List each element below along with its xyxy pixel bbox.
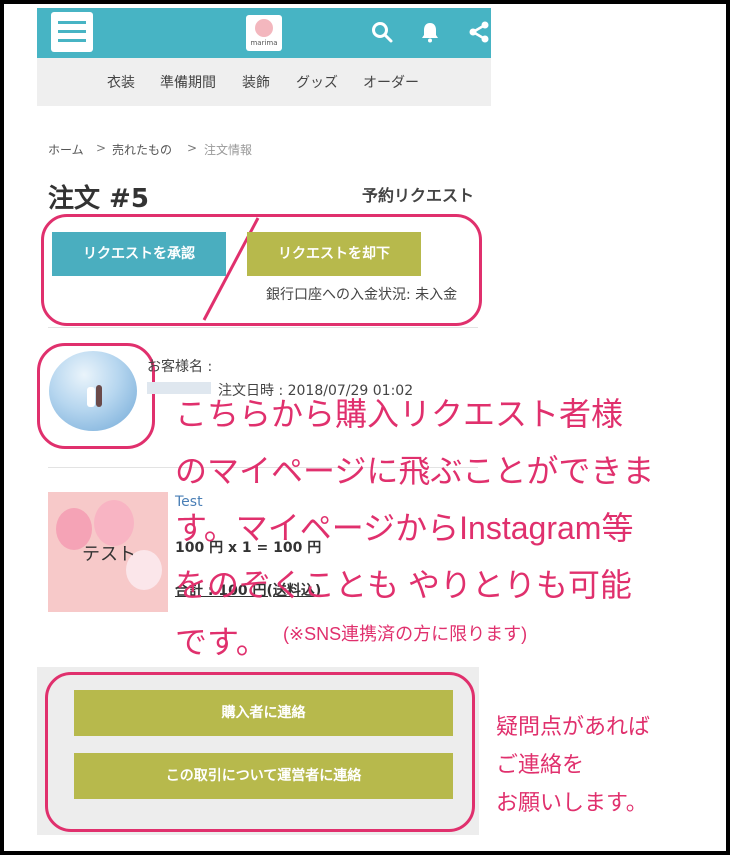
- nav-item-order[interactable]: オーダー: [363, 72, 419, 92]
- approve-request-button[interactable]: リクエストを承認: [52, 232, 226, 276]
- marima-logo[interactable]: marima: [246, 15, 282, 51]
- app-header: marima: [37, 8, 491, 58]
- nav-item-costume[interactable]: 衣装: [107, 72, 135, 92]
- search-icon[interactable]: [370, 20, 394, 44]
- annotation-sns-note: (※SNS連携済の方に限ります): [283, 624, 528, 644]
- annotation-contact-note: 疑問点があれば ご連絡を お願いします。: [496, 714, 651, 815]
- bell-icon[interactable]: [418, 20, 442, 44]
- logo-text: marima: [250, 39, 278, 47]
- contact-operator-button[interactable]: この取引について運営者に連絡: [74, 753, 453, 799]
- nav-item-decoration[interactable]: 装飾: [242, 72, 270, 92]
- breadcrumb-separator: >: [187, 141, 198, 155]
- breadcrumb-current: 注文情報: [204, 143, 253, 157]
- breadcrumb-separator: >: [96, 141, 107, 155]
- divider: [48, 327, 478, 328]
- category-nav: 衣装 準備期間 装飾 グッズ オーダー: [37, 58, 491, 106]
- breadcrumb-home[interactable]: ホーム: [48, 141, 84, 158]
- nav-item-preparation[interactable]: 準備期間: [160, 72, 216, 92]
- customer-name-label: お客様名 :: [147, 359, 213, 375]
- bank-payment-status: 銀行口座への入金状況: 未入金: [266, 287, 458, 303]
- nav-item-goods[interactable]: グッズ: [296, 72, 338, 92]
- product-image-text: テスト: [82, 544, 136, 565]
- reject-request-button[interactable]: リクエストを却下: [247, 232, 421, 276]
- share-icon[interactable]: [467, 20, 491, 44]
- customer-avatar[interactable]: [49, 351, 137, 431]
- menu-icon[interactable]: [51, 12, 93, 52]
- breadcrumb-sold[interactable]: 売れたもの: [112, 141, 172, 158]
- product-image[interactable]: テスト: [48, 492, 168, 612]
- contact-buyer-button[interactable]: 購入者に連絡: [74, 690, 453, 736]
- order-status: 予約リクエスト: [362, 186, 475, 205]
- order-title: 注文 #5: [48, 184, 149, 214]
